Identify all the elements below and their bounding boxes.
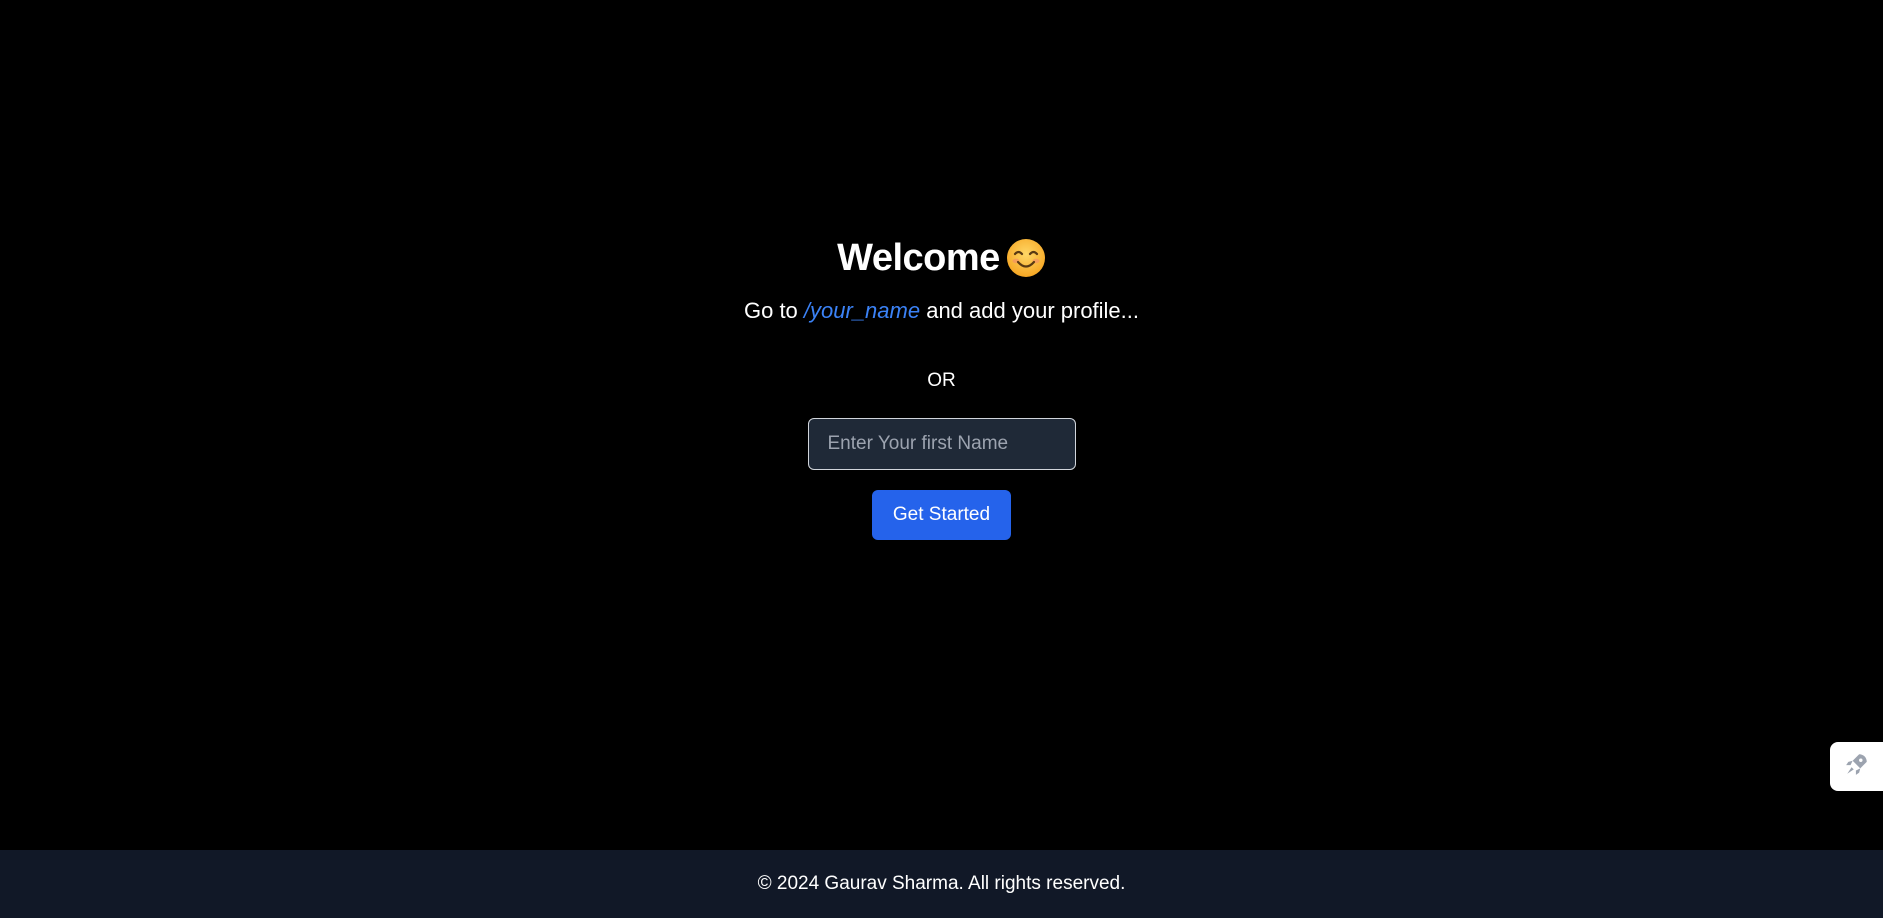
- rocket-icon: [1844, 751, 1870, 782]
- or-divider-label: OR: [927, 370, 956, 391]
- profile-path-hint: /your_name: [803, 298, 921, 323]
- floating-launcher-button[interactable]: [1830, 742, 1883, 791]
- copyright-text: © 2024 Gaurav Sharma. All rights reserve…: [757, 873, 1126, 894]
- welcome-heading: Welcome: [837, 232, 1046, 284]
- instruction-suffix: and add your profile...: [920, 298, 1140, 323]
- instruction-text: Go to /your_name and add your profile...: [744, 296, 1139, 326]
- get-started-button[interactable]: Get Started: [872, 490, 1011, 540]
- page: Welcome Go to /your_name and add your pr…: [0, 0, 1883, 918]
- first-name-input[interactable]: [807, 418, 1076, 470]
- smiling-face-icon: [1006, 238, 1046, 278]
- instruction-prefix: Go to: [743, 298, 804, 323]
- footer: © 2024 Gaurav Sharma. All rights reserve…: [0, 850, 1883, 918]
- main-content: Welcome Go to /your_name and add your pr…: [0, 0, 1883, 850]
- page-title: Welcome: [837, 236, 1000, 279]
